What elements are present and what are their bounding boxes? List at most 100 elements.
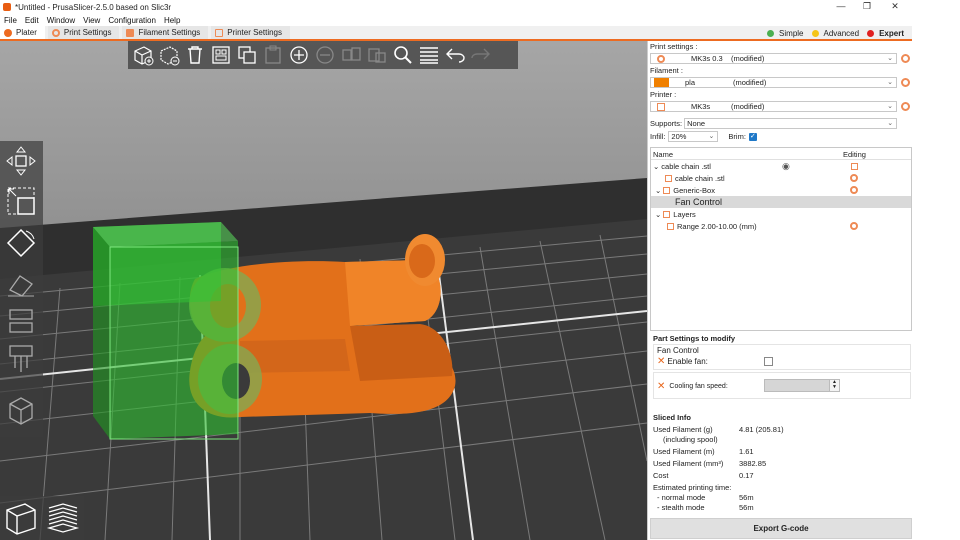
tab-plater[interactable]: Plater bbox=[0, 26, 45, 39]
printer-icon bbox=[215, 28, 224, 37]
menu-configuration[interactable]: Configuration bbox=[108, 16, 156, 25]
scale-tool-button[interactable] bbox=[3, 183, 39, 219]
printer-preset-combo[interactable]: MK3s (modified) ⌄ bbox=[650, 101, 897, 112]
chevron-down-icon: ⌄ bbox=[887, 120, 894, 127]
scale-icon bbox=[7, 187, 35, 215]
part-name: cable chain .stl bbox=[675, 173, 725, 183]
spinner[interactable]: ▲ ▼ bbox=[829, 380, 839, 391]
support-paint-icon bbox=[9, 345, 33, 372]
support-painting-button[interactable] bbox=[3, 341, 39, 377]
chevron-down-icon: ⌄ bbox=[887, 103, 893, 110]
split-parts-button[interactable] bbox=[365, 43, 389, 67]
printer-icon bbox=[657, 102, 665, 111]
eye-icon[interactable]: ◉ bbox=[782, 161, 790, 172]
menu-edit[interactable]: Edit bbox=[25, 16, 39, 25]
paste-button[interactable] bbox=[261, 43, 285, 67]
filament-preset-edit-icon[interactable] bbox=[901, 78, 910, 87]
list-item-selected[interactable]: Fan Control bbox=[651, 196, 911, 208]
chevron-down-icon: ⌄ bbox=[655, 209, 662, 219]
settings-group-name: Fan Control bbox=[675, 197, 723, 207]
3d-view-icon[interactable] bbox=[3, 500, 39, 536]
tab-bar: Plater Print Settings Filament Settings … bbox=[0, 26, 912, 41]
tab-printer-settings[interactable]: Printer Settings bbox=[211, 26, 290, 39]
print-preset-name: MK3s 0.3 bbox=[691, 54, 723, 63]
list-item[interactable]: Range 2.00-10.00 (mm) bbox=[651, 220, 911, 232]
list-item[interactable]: ⌄ Layers bbox=[651, 208, 911, 220]
spin-down-icon[interactable]: ▼ bbox=[832, 384, 837, 390]
supports-value: None bbox=[687, 119, 706, 128]
export-gcode-button[interactable]: Export G-code bbox=[650, 518, 912, 539]
add-instance-button[interactable] bbox=[287, 43, 311, 67]
infill-combo[interactable]: 20% ⌄ bbox=[668, 131, 719, 142]
undo-button[interactable] bbox=[443, 43, 467, 67]
list-item[interactable]: cable chain .stl bbox=[651, 172, 911, 184]
print-preset-combo[interactable]: MK3s 0.3 (modified) ⌄ bbox=[650, 53, 897, 64]
place-on-face-button[interactable] bbox=[3, 265, 39, 301]
info-key: Used Filament (mm³) bbox=[653, 459, 724, 468]
brim-checkbox[interactable]: ✓ bbox=[748, 132, 757, 141]
seam-paint-icon bbox=[9, 397, 33, 425]
fan-control-group: Fan Control ✕ Enable fan: bbox=[653, 344, 911, 370]
search-button[interactable] bbox=[391, 43, 415, 67]
menu-bar: File Edit Window View Configuration Help bbox=[0, 14, 912, 26]
printer-label: Printer : bbox=[650, 90, 677, 99]
tab-filament-settings[interactable]: Filament Settings bbox=[122, 26, 209, 39]
edit-settings-icon[interactable] bbox=[851, 162, 858, 170]
3d-viewport[interactable] bbox=[0, 41, 647, 540]
tab-print-settings[interactable]: Print Settings bbox=[47, 26, 120, 39]
redo-button[interactable] bbox=[469, 43, 493, 67]
menu-window[interactable]: Window bbox=[47, 16, 75, 25]
remove-setting-x-icon[interactable]: ✕ bbox=[657, 381, 665, 392]
mode-simple[interactable]: Simple bbox=[767, 29, 804, 38]
print-preset-edit-icon[interactable] bbox=[901, 54, 910, 63]
close-button[interactable]: ✕ bbox=[880, 0, 910, 14]
cooling-fan-label: Cooling fan speed: bbox=[669, 383, 728, 390]
add-object-button[interactable] bbox=[131, 43, 155, 67]
remove-instance-button[interactable] bbox=[313, 43, 337, 67]
cut-tool-button[interactable] bbox=[3, 303, 39, 339]
copy-button[interactable] bbox=[235, 43, 259, 67]
cooling-fan-row: ✕ Cooling fan speed: bbox=[657, 381, 728, 392]
rotate-tool-button[interactable] bbox=[3, 225, 39, 261]
gear-icon[interactable] bbox=[850, 186, 858, 194]
arrange-button[interactable] bbox=[209, 43, 233, 67]
title-bar: *Untitled - PrusaSlicer-2.5.0 based on S… bbox=[0, 0, 912, 14]
maximize-button[interactable]: ❐ bbox=[852, 0, 882, 14]
info-key: - normal mode bbox=[657, 493, 706, 502]
object-list: Name Editing ⌄ cable chain .stl ◉ cable … bbox=[650, 147, 912, 331]
filament-color-swatch[interactable] bbox=[654, 78, 669, 87]
gear-icon[interactable] bbox=[850, 174, 858, 182]
info-value: 1.61 bbox=[739, 447, 754, 456]
chevron-down-icon: ⌄ bbox=[708, 133, 715, 140]
filament-preset-name: pla bbox=[685, 78, 696, 87]
mode-advanced-label: Advanced bbox=[823, 29, 860, 38]
list-item[interactable]: ⌄ Generic-Box bbox=[651, 184, 911, 196]
delete-object-button[interactable] bbox=[157, 43, 181, 67]
mode-expert[interactable]: Expert bbox=[867, 29, 904, 38]
menu-file[interactable]: File bbox=[4, 16, 17, 25]
menu-help[interactable]: Help bbox=[164, 16, 180, 25]
delete-all-button[interactable] bbox=[183, 43, 207, 67]
mode-advanced[interactable]: Advanced bbox=[811, 29, 860, 38]
filament-preset-combo[interactable]: pla (modified) ⌄ bbox=[650, 77, 897, 88]
list-item[interactable]: ⌄ cable chain .stl ◉ bbox=[651, 160, 911, 172]
copy-icon bbox=[238, 46, 256, 64]
seam-painting-button[interactable] bbox=[3, 393, 39, 429]
info-key: - stealth mode bbox=[657, 503, 705, 512]
printer-preset-edit-icon[interactable] bbox=[901, 102, 910, 111]
part-icon bbox=[665, 174, 672, 182]
split-objects-button[interactable] bbox=[339, 43, 363, 67]
preview-layers-icon[interactable] bbox=[45, 500, 81, 536]
supports-combo[interactable]: None ⌄ bbox=[684, 118, 898, 129]
chevron-down-icon: ⌄ bbox=[887, 79, 893, 86]
menu-view[interactable]: View bbox=[83, 16, 100, 25]
supports-row: Supports: None ⌄ bbox=[650, 118, 898, 129]
desktop-background bbox=[912, 0, 960, 540]
move-tool-button[interactable] bbox=[3, 143, 39, 179]
gear-icon[interactable] bbox=[850, 222, 858, 230]
modifier-icon bbox=[663, 186, 671, 194]
cooling-fan-speed-input[interactable]: ▲ ▼ bbox=[764, 379, 840, 392]
enable-fan-checkbox[interactable] bbox=[764, 357, 773, 366]
layer-editing-button[interactable] bbox=[417, 43, 441, 67]
remove-setting-x-icon[interactable]: ✕ bbox=[657, 356, 665, 367]
